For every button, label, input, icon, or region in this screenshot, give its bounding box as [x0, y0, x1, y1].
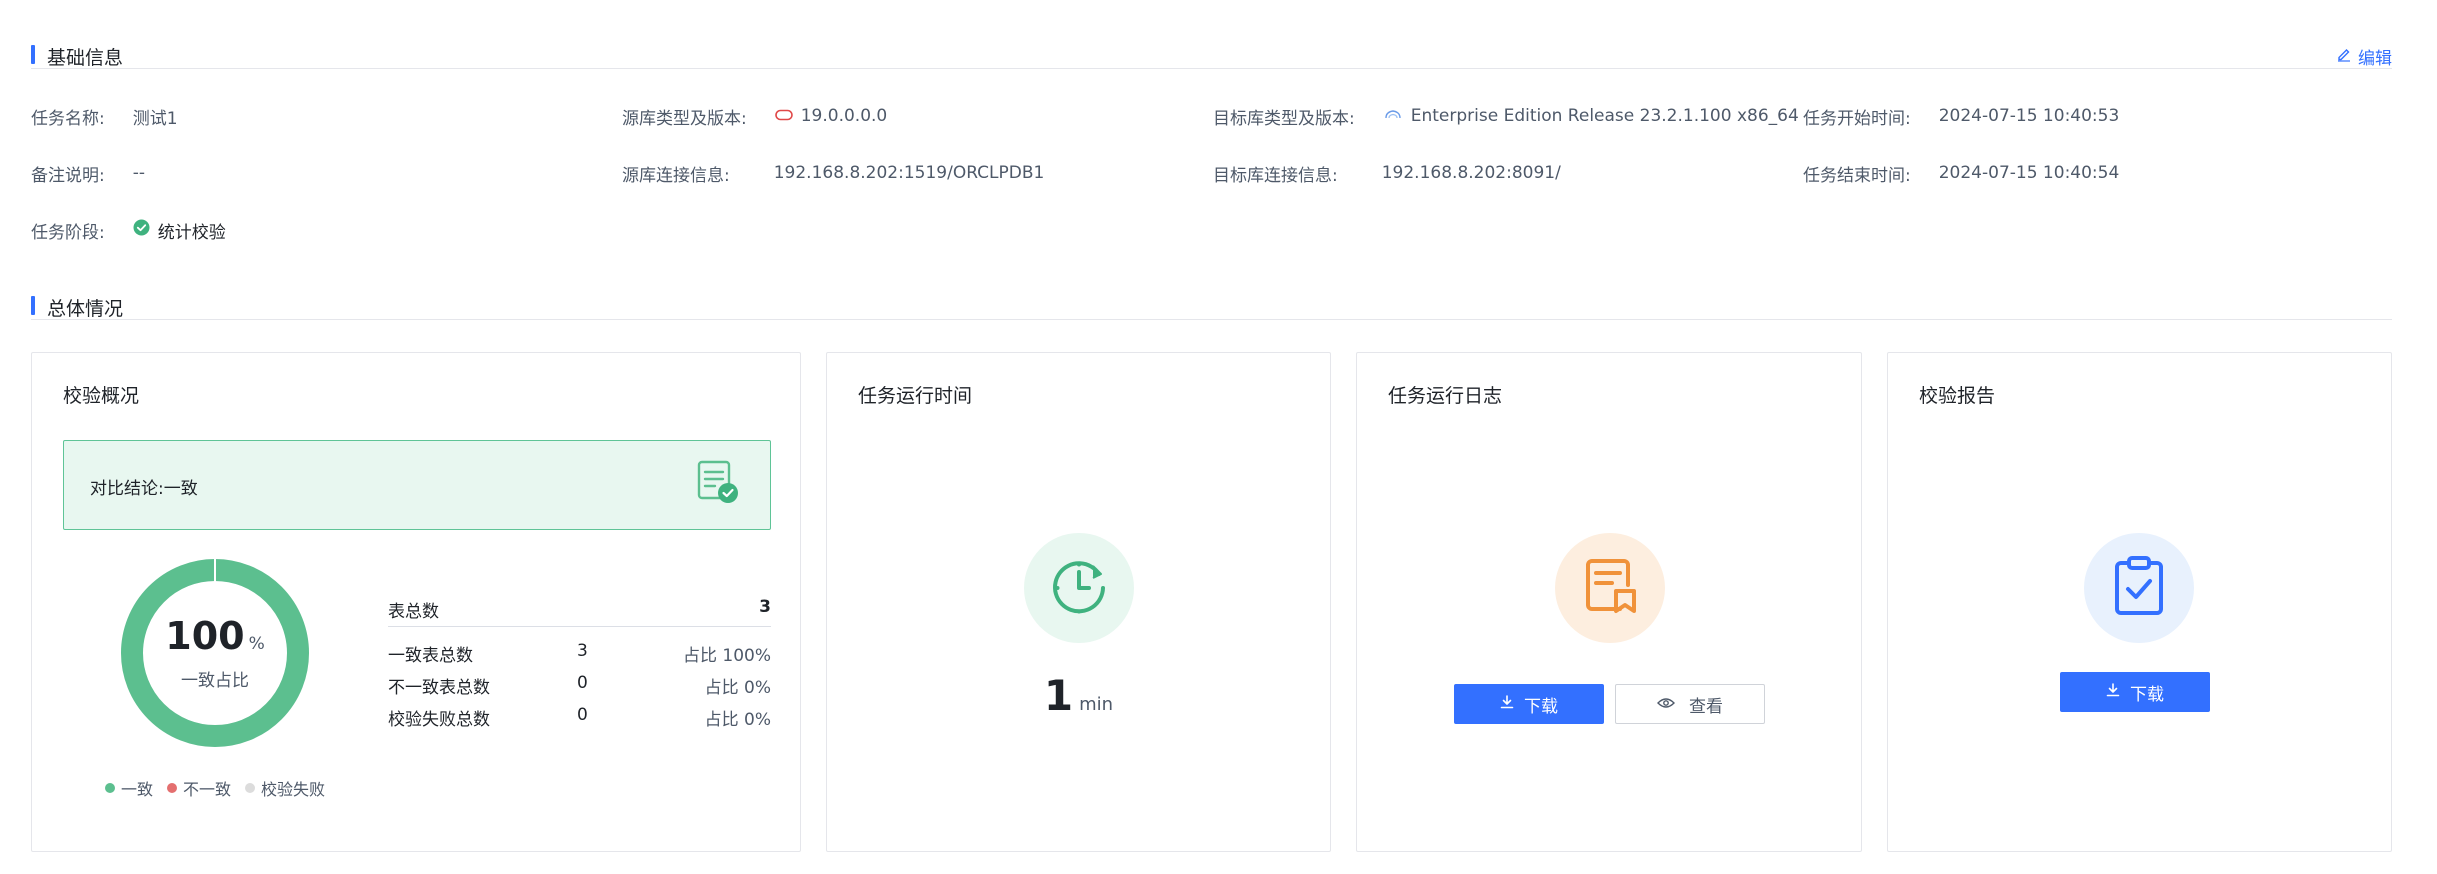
stats-row: 一致表总数 3 占比 100%: [388, 627, 771, 666]
runtime-title: 任务运行时间: [858, 385, 973, 407]
eye-icon: [1657, 694, 1675, 714]
log-view-button[interactable]: 查看: [1615, 684, 1765, 724]
log-title: 任务运行日志: [1388, 385, 1503, 407]
legend-dot-failed: [245, 783, 256, 793]
stats-total-row: 表总数 3: [388, 593, 771, 627]
edit-button[interactable]: 编辑: [2336, 44, 2392, 69]
start-time-value: 2024-07-15 10:40:53: [1938, 106, 2120, 126]
stats-row: 不一致表总数 0 占比 0%: [388, 659, 771, 698]
clock-icon-circle: [1024, 533, 1134, 643]
stage-label: 任务阶段:: [31, 222, 105, 243]
legend-item: 一致: [105, 776, 153, 800]
source-conn-value: 192.168.8.202:1519/ORCLPDB1: [773, 163, 1045, 183]
log-view-label: 查看: [1689, 696, 1723, 717]
donut-value: 100: [165, 613, 245, 658]
legend-label: 校验失败: [261, 780, 326, 799]
table-stats: 表总数 3 一致表总数 3 占比 100% 不一致表总数 0 占比 0% 校验失…: [388, 593, 771, 730]
start-time-label: 任务开始时间:: [1803, 108, 1911, 129]
target-type-field: 目标库类型及版本: Enterprise Edition Release 23.…: [1213, 104, 1799, 129]
total-value: 3: [759, 597, 771, 617]
legend-label: 一致: [121, 780, 154, 799]
report-icon-circle: [2084, 533, 2194, 643]
target-conn-value: 192.168.8.202:8091/: [1381, 163, 1561, 183]
report-card: 校验报告 下载: [1887, 352, 2392, 852]
remark-value: --: [132, 163, 146, 183]
stats-row-label: 校验失败总数: [388, 710, 490, 730]
stage-field: 任务阶段: 统计校验: [31, 218, 226, 243]
check-overview-card: 校验概况 对比结论:一致 100% 一致占比 一致 不一致 校验失败 表总数 3…: [31, 352, 801, 852]
clock-icon: [1047, 554, 1111, 622]
donut-legend: 一致 不一致 校验失败: [105, 776, 325, 800]
remark-field: 备注说明: --: [31, 161, 146, 186]
runtime-unit: min: [1079, 694, 1114, 715]
basic-info-header: 基础信息 编辑: [31, 39, 2392, 69]
end-time-value: 2024-07-15 10:40:54: [1938, 163, 2120, 183]
stats-row: 校验失败总数 0 占比 0%: [388, 691, 771, 730]
end-time-label: 任务结束时间:: [1803, 165, 1911, 186]
legend-dot-inconsistent: [167, 783, 178, 793]
donut-caption: 一致占比: [181, 670, 249, 691]
section-accent-bar: [31, 45, 35, 64]
target-type-label: 目标库类型及版本:: [1213, 108, 1355, 129]
source-type-value: 19.0.0.0.0: [800, 106, 888, 126]
report-download-label: 下载: [2130, 684, 2164, 705]
log-document-icon: [1580, 555, 1640, 621]
remark-label: 备注说明:: [31, 165, 105, 186]
source-conn-field: 源库连接信息: 192.168.8.202:1519/ORCLPDB1: [622, 161, 1045, 186]
target-type-value: Enterprise Edition Release 23.2.1.100 x8…: [1410, 106, 1799, 126]
edit-label: 编辑: [2358, 49, 2392, 69]
legend-item: 不一致: [167, 776, 231, 800]
overview-title: 总体情况: [47, 298, 124, 320]
download-icon: [2106, 682, 2120, 702]
donut-unit: %: [248, 633, 265, 654]
section-accent-bar: [31, 296, 35, 315]
log-download-button[interactable]: 下载: [1454, 684, 1604, 724]
log-download-label: 下载: [1524, 696, 1558, 717]
runtime-value: 1: [1043, 671, 1074, 720]
overview-header: 总体情况: [31, 290, 2392, 320]
consistency-donut-chart: 100% 一致占比: [115, 553, 315, 753]
legend-label: 不一致: [183, 780, 232, 799]
task-detail-page: 基础信息 编辑 任务名称: 测试1 源库类型及版本: 19.0.0.0.0 目标…: [0, 0, 2437, 874]
task-name-field: 任务名称: 测试1: [31, 104, 178, 129]
stage-value: 统计校验: [157, 222, 226, 243]
log-card: 任务运行日志 下载 查看: [1356, 352, 1862, 852]
source-conn-label: 源库连接信息:: [622, 165, 730, 186]
total-label: 表总数: [388, 602, 439, 622]
runtime-card: 任务运行时间 1 min: [826, 352, 1331, 852]
check-overview-title: 校验概况: [63, 385, 140, 407]
check-circle-icon: [133, 219, 150, 241]
source-type-field: 源库类型及版本: 19.0.0.0.0: [622, 104, 888, 129]
conclusion-banner: 对比结论:一致: [63, 440, 771, 530]
stats-row-count: 0: [577, 705, 588, 725]
oracle-icon: [774, 106, 793, 126]
source-type-label: 源库类型及版本:: [622, 108, 747, 129]
legend-dot-consistent: [105, 783, 115, 793]
target-db-icon: [1383, 106, 1403, 126]
stats-row-count: 3: [577, 641, 588, 661]
stats-row-count: 0: [577, 673, 588, 693]
target-conn-field: 目标库连接信息: 192.168.8.202:8091/: [1213, 161, 1561, 186]
report-download-button[interactable]: 下载: [2060, 672, 2210, 712]
target-conn-label: 目标库连接信息:: [1213, 165, 1338, 186]
edit-icon: [2336, 46, 2352, 67]
stats-row-percent: 占比 0%: [704, 710, 771, 730]
download-icon: [1500, 694, 1514, 714]
document-check-icon: [696, 459, 740, 509]
runtime-display: 1 min: [827, 671, 1330, 720]
conclusion-text: 对比结论:一致: [90, 479, 198, 499]
task-name-label: 任务名称:: [31, 108, 105, 129]
report-title: 校验报告: [1919, 385, 1996, 407]
legend-item: 校验失败: [245, 776, 325, 800]
task-name-value: 测试1: [132, 108, 178, 129]
basic-info-title: 基础信息: [47, 47, 124, 69]
end-time-field: 任务结束时间: 2024-07-15 10:40:54: [1803, 161, 2120, 186]
clipboard-check-icon: [2111, 555, 2167, 621]
start-time-field: 任务开始时间: 2024-07-15 10:40:53: [1803, 104, 2120, 129]
log-icon-circle: [1555, 533, 1665, 643]
